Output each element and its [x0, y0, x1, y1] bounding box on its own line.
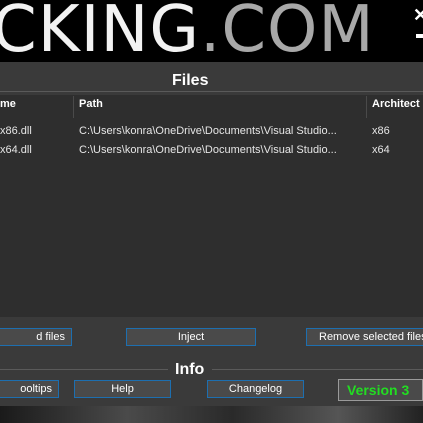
file-row-name[interactable]: x64.dll [0, 144, 32, 156]
column-separator [73, 96, 74, 118]
background-strip [0, 406, 423, 423]
column-header-architecture[interactable]: Architect [372, 98, 420, 110]
column-header-name[interactable]: me [0, 98, 16, 110]
changelog-button[interactable]: Changelog [207, 380, 304, 398]
info-divider-left [0, 369, 168, 370]
file-row-name[interactable]: x86.dll [0, 125, 32, 137]
file-row-path[interactable]: C:\Users\konra\OneDrive\Documents\Visual… [79, 144, 337, 156]
column-header-path[interactable]: Path [79, 98, 103, 110]
info-title: Info [175, 361, 205, 378]
files-title: Files [172, 72, 209, 89]
add-files-button[interactable]: d files [0, 328, 72, 346]
file-row-path[interactable]: C:\Users\konra\OneDrive\Documents\Visual… [79, 125, 337, 137]
version-label: Version 3 [338, 379, 423, 401]
file-row-arch[interactable]: x64 [372, 144, 390, 156]
minimize-icon[interactable] [416, 34, 423, 38]
file-row-arch[interactable]: x86 [372, 125, 390, 137]
info-divider-right [212, 369, 423, 370]
tooltips-button[interactable]: ooltips [0, 380, 59, 398]
close-icon[interactable]: ✕ [413, 6, 423, 24]
files-divider [0, 91, 423, 92]
remove-selected-files-button[interactable]: Remove selected files [306, 328, 423, 346]
help-button[interactable]: Help [74, 380, 171, 398]
site-logo: CKING.COM [0, 0, 375, 62]
header-banner: CKING.COM ✕ [0, 0, 423, 62]
inject-button[interactable]: Inject [126, 328, 256, 346]
column-separator [366, 96, 367, 118]
